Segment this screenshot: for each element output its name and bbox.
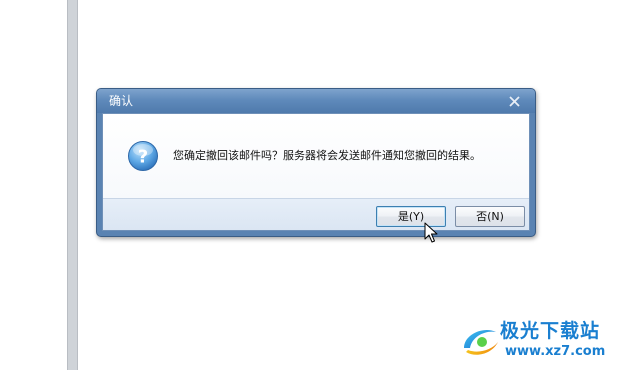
svg-text:?: ? — [138, 147, 148, 168]
confirm-dialog: 确认 ? 您确定撤回该邮件吗？服务器将会发送邮件通知您撤回的结果。 是(Y) 否… — [96, 88, 536, 237]
dialog-titlebar[interactable]: 确认 — [97, 89, 535, 113]
dialog-title: 确认 — [109, 94, 134, 108]
left-panel — [0, 0, 67, 370]
dialog-button-bar: 是(Y) 否(N) — [103, 198, 529, 230]
dialog-content: ? 您确定撤回该邮件吗？服务器将会发送邮件通知您撤回的结果。 是(Y) 否(N) — [102, 113, 530, 231]
dialog-message: 您确定撤回该邮件吗？服务器将会发送邮件通知您撤回的结果。 — [173, 149, 481, 162]
message-region: ? 您确定撤回该邮件吗？服务器将会发送邮件通知您撤回的结果。 — [103, 114, 529, 198]
watermark-url: www.xz7.com — [505, 344, 606, 359]
mouse-cursor-icon — [424, 222, 438, 243]
question-icon: ? — [128, 141, 158, 171]
watermark-title: 极光下载站 — [500, 320, 601, 342]
no-button[interactable]: 否(N) — [455, 206, 525, 227]
site-logo-icon — [464, 329, 498, 355]
watermark: 极光下载站 www.xz7.com — [458, 318, 618, 368]
panel-divider[interactable] — [67, 0, 78, 370]
close-icon[interactable] — [505, 91, 525, 111]
